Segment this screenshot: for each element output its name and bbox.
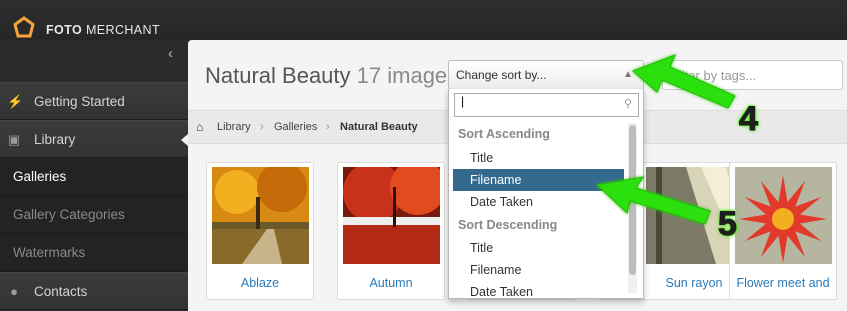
sidebar: ‹ ⚡ Getting Started ▣ Library Galleries … — [0, 40, 188, 311]
chevron-right-icon: › — [260, 121, 264, 133]
thumbnail-image — [343, 167, 440, 264]
sort-option-asc-title[interactable]: Title — [453, 147, 624, 169]
card-caption[interactable]: Flower meet and — [730, 276, 836, 290]
user-icon: ● — [10, 284, 18, 299]
sort-option-desc-title[interactable]: Title — [453, 237, 624, 259]
sort-dropdown: | ⚲ Sort Ascending Title Filename Date T… — [448, 89, 644, 299]
breadcrumb-galleries[interactable]: Galleries — [274, 111, 317, 143]
image-icon: ▣ — [7, 132, 21, 147]
gallery-card[interactable]: Flower meet and — [729, 162, 837, 300]
home-icon[interactable]: ⌂ — [196, 111, 203, 143]
sort-group-ascending: Sort Ascending — [458, 127, 550, 141]
sort-option-desc-date-taken[interactable]: Date Taken — [453, 281, 624, 298]
thumbnail-image — [735, 167, 832, 264]
sidebar-item-watermarks[interactable]: Watermarks — [0, 234, 188, 272]
logo-icon — [13, 16, 35, 38]
gallery-card[interactable]: Autumn — [337, 162, 445, 300]
sort-option-desc-filename[interactable]: Filename — [453, 259, 624, 281]
breadcrumb-current: Natural Beauty — [340, 121, 418, 133]
card-caption[interactable]: Autumn — [338, 276, 444, 290]
chevron-right-icon: › — [326, 121, 330, 133]
dropdown-scrollbar-thumb[interactable] — [629, 125, 636, 275]
sidebar-item-contacts[interactable]: ● Contacts — [0, 272, 188, 310]
sidebar-item-gallery-categories[interactable]: Gallery Categories — [0, 196, 188, 234]
sidebar-item-library[interactable]: ▣ Library — [0, 120, 188, 158]
caret-up-icon: ▲ — [623, 69, 633, 80]
breadcrumb-library[interactable]: Library — [217, 111, 251, 143]
sidebar-item-getting-started[interactable]: ⚡ Getting Started — [0, 82, 188, 120]
thumbnail-image — [212, 167, 309, 264]
step-number-4: 4 — [739, 100, 759, 139]
card-caption[interactable]: Ablaze — [207, 276, 313, 290]
chevron-left-icon[interactable]: ‹ — [168, 45, 173, 62]
image-count: 17 images — [356, 63, 459, 88]
search-icon: ⚲ — [624, 98, 633, 110]
sort-group-descending: Sort Descending — [458, 218, 558, 232]
page-title: Natural Beauty 17 images — [205, 63, 459, 88]
step-number-5: 5 — [718, 205, 738, 244]
brand-name: FOTO MERCHANT — [46, 23, 160, 37]
sort-search-input[interactable]: | — [454, 93, 639, 117]
tag-filter-input[interactable] — [662, 60, 843, 90]
gallery-card[interactable]: Ablaze — [206, 162, 314, 300]
sort-select[interactable]: Change sort by... ▲ — [448, 60, 644, 90]
bolt-icon: ⚡ — [7, 94, 24, 109]
sort-option-asc-date-taken[interactable]: Date Taken — [453, 191, 624, 213]
top-bar: FOTO MERCHANT — [0, 0, 847, 40]
sort-option-asc-filename[interactable]: Filename — [453, 169, 624, 191]
sidebar-item-galleries[interactable]: Galleries — [0, 158, 188, 196]
